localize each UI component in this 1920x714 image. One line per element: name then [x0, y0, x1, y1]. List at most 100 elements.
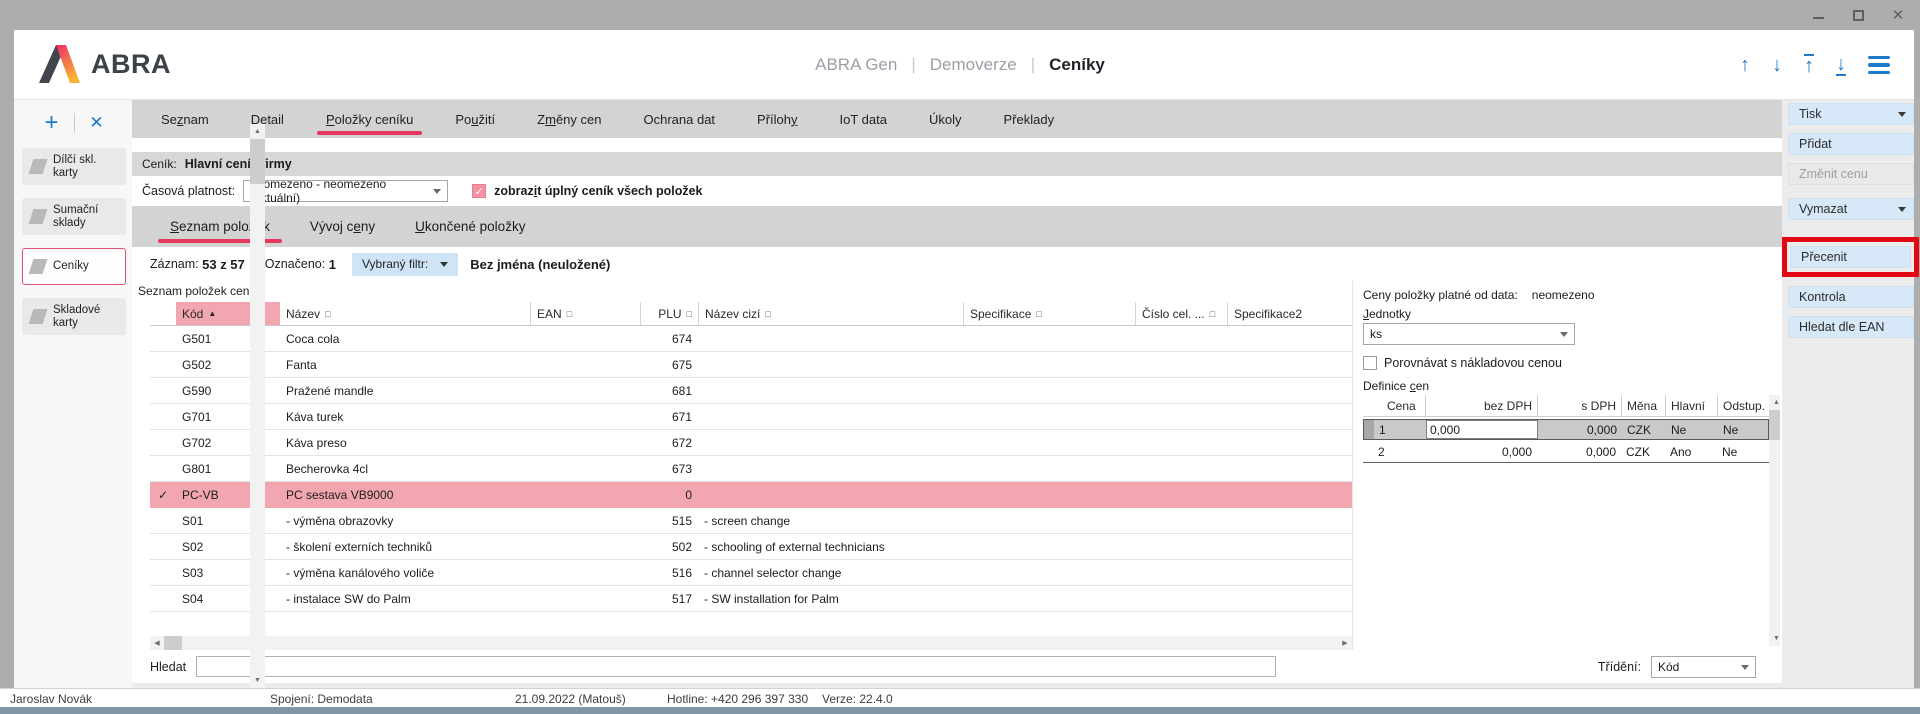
- price-column-m-na[interactable]: Měna: [1621, 395, 1665, 416]
- tab-koly[interactable]: Úkoly: [908, 100, 983, 138]
- scrollbar-thumb[interactable]: [164, 636, 182, 650]
- cell-plu: 517: [640, 592, 698, 606]
- tab-p-lohy[interactable]: Přílohy: [736, 100, 818, 138]
- tab-p-eklady[interactable]: Překlady: [983, 100, 1076, 138]
- sidebar-item-suma-n-sklady[interactable]: Sumačnísklady: [22, 198, 126, 235]
- cell-name: - instalace SW do Palm: [280, 592, 530, 606]
- show-full-pricelist-checkbox[interactable]: [472, 184, 486, 198]
- tab-pou-it[interactable]: Použití: [434, 100, 516, 138]
- table-row-g801[interactable]: G801Becherovka 4cl673: [150, 456, 1352, 482]
- vertical-scrollbar[interactable]: ▲ ▼: [250, 281, 265, 650]
- validity-select[interactable]: neomezeno - neomezeno (aktuální): [243, 180, 448, 202]
- tab-detail[interactable]: Detail: [230, 100, 305, 138]
- action-buttons: TiskPřidatZměnit cenuVymazatPřecenitKont…: [1788, 103, 1914, 346]
- row-marker: [1363, 442, 1373, 462]
- selected-filter-button[interactable]: Vybraný filtr:: [352, 253, 458, 276]
- cell-plu: 672: [640, 436, 698, 450]
- table-row-g501[interactable]: G501Coca cola674: [150, 326, 1352, 352]
- cell-plu: 674: [640, 332, 698, 346]
- table-row-s01[interactable]: S01- výměna obrazovky515- screen change: [150, 508, 1352, 534]
- kontrola-button[interactable]: Kontrola: [1788, 286, 1914, 308]
- table-row-pc-vb[interactable]: ✓PC-VBPC sestava VB90000: [150, 482, 1352, 508]
- search-input[interactable]: [196, 656, 1276, 677]
- menu-icon[interactable]: [1868, 56, 1890, 75]
- price-row-1[interactable]: 10,0000,000CZKNeNe: [1363, 419, 1769, 440]
- price-row-2[interactable]: 20,0000,000CZKAnoNe: [1363, 442, 1769, 463]
- scroll-right-icon[interactable]: ▶: [1338, 636, 1352, 650]
- table-row-g502[interactable]: G502Fanta675: [150, 352, 1352, 378]
- subtab-seznam-polo-ek[interactable]: Seznam položek: [150, 206, 290, 247]
- scroll-down-icon[interactable]: ▼: [1769, 631, 1780, 646]
- close-icon[interactable]: ✕: [1890, 7, 1906, 23]
- sidebar-item-skladov-karty[interactable]: Skladovékarty: [22, 298, 126, 335]
- column-header-n-zev[interactable]: Název□: [280, 302, 530, 325]
- price-table-header: Cenabez DPHs DPHMěnaHlavníOdstup.: [1363, 395, 1769, 417]
- price-column-s-dph[interactable]: s DPH: [1537, 395, 1621, 416]
- app-header: ABRA ABRA Gen | Demoverze | Ceníky ↑↓↑↓: [0, 30, 1920, 100]
- cell-price-net[interactable]: 0,000: [1426, 420, 1538, 439]
- window-bottom-edge: [0, 707, 1920, 714]
- sidebar-item-d-l-skl-karty[interactable]: Dílčí skl.karty: [22, 148, 126, 185]
- table-row-s02[interactable]: S02- školení externích techniků502- scho…: [150, 534, 1352, 560]
- scroll-last-icon[interactable]: ↓: [1836, 54, 1846, 76]
- status-version: Verze: 22.4.0: [822, 692, 893, 706]
- table-area: Seznam položek ceníku Kód▲Název□EAN□PLU□…: [132, 281, 1782, 650]
- tisk-button[interactable]: Tisk: [1788, 103, 1914, 125]
- subtab-ukon-en-polo-ky[interactable]: Ukončené položky: [395, 206, 545, 247]
- tab-seznam[interactable]: Seznam: [140, 100, 230, 138]
- p-ecenit-button[interactable]: Přecenit: [1790, 246, 1911, 268]
- column-header-ean[interactable]: EAN□: [530, 302, 640, 325]
- cell-plu: 516: [640, 566, 698, 580]
- tab-zm-ny-cen[interactable]: Změny cen: [516, 100, 622, 138]
- column-header-specifikace[interactable]: Specifikace□: [963, 302, 1135, 325]
- scroll-first-icon[interactable]: ↑: [1804, 54, 1814, 76]
- scrollbar-thumb[interactable]: [1769, 410, 1780, 440]
- column-filter-icon[interactable]: □: [325, 309, 330, 319]
- grid-caption: Seznam položek ceníku: [138, 284, 1352, 298]
- table-row-g702[interactable]: G702Káva preso672: [150, 430, 1352, 456]
- add-agenda-icon[interactable]: +: [30, 111, 74, 135]
- tab-ochrana-dat[interactable]: Ochrana dat: [623, 100, 737, 138]
- price-vertical-scrollbar[interactable]: ▲ ▼: [1769, 395, 1780, 646]
- tab-polo-ky-cen-ku[interactable]: Položky ceníku: [305, 100, 434, 138]
- items-grid: Seznam položek ceníku Kód▲Název□EAN□PLU□…: [132, 281, 1352, 650]
- column-header-slo-cel[interactable]: Číslo cel. ...□: [1135, 302, 1227, 325]
- scroll-up-icon[interactable]: ↑: [1740, 55, 1750, 75]
- sidebar-item-cen-ky[interactable]: Ceníky: [22, 248, 126, 285]
- column-filter-icon[interactable]: □: [765, 309, 770, 319]
- horizontal-scrollbar[interactable]: ◀ ▶: [150, 636, 1352, 650]
- maximize-icon[interactable]: [1850, 7, 1866, 23]
- hledat-dle-ean-button[interactable]: Hledat dle EAN: [1788, 316, 1914, 338]
- scroll-up-icon[interactable]: ▲: [1769, 395, 1780, 410]
- column-header-plu[interactable]: PLU□: [640, 302, 698, 325]
- table-row-g701[interactable]: G701Káva turek671: [150, 404, 1352, 430]
- column-filter-icon[interactable]: □: [687, 309, 692, 319]
- column-header-n-zev-ciz[interactable]: Název cizí□: [698, 302, 963, 325]
- close-agenda-icon[interactable]: ✕: [75, 113, 119, 133]
- tab-iot-data[interactable]: IoT data: [819, 100, 908, 138]
- column-filter-icon[interactable]: □: [1036, 309, 1041, 319]
- price-panel: Ceny položky platné od data: neomezeno J…: [1352, 281, 1782, 650]
- table-row-g590[interactable]: G590Pražené mandle681: [150, 378, 1352, 404]
- table-row-s04[interactable]: S04- instalace SW do Palm517- SW install…: [150, 586, 1352, 612]
- column-header-specifikace2[interactable]: Specifikace2: [1227, 302, 1352, 325]
- prices-valid-value: neomezeno: [1532, 288, 1595, 302]
- column-filter-icon[interactable]: □: [1210, 309, 1215, 319]
- price-column-bez-dph[interactable]: bez DPH: [1425, 395, 1537, 416]
- scroll-left-icon[interactable]: ◀: [150, 636, 164, 650]
- column-filter-icon[interactable]: □: [567, 309, 572, 319]
- sort-select[interactable]: Kód: [1651, 656, 1756, 678]
- p-idat-button[interactable]: Přidat: [1788, 133, 1914, 155]
- compare-cost-checkbox[interactable]: [1363, 356, 1377, 370]
- table-row-s03[interactable]: S03- výměna kanálového voliče516- channe…: [150, 560, 1352, 586]
- cell-price-net[interactable]: 0,000: [1425, 445, 1537, 459]
- price-column-odstup[interactable]: Odstup.: [1717, 395, 1767, 416]
- price-column-cena[interactable]: Cena: [1373, 399, 1425, 413]
- scroll-down-icon[interactable]: ↓: [1772, 55, 1782, 75]
- units-select[interactable]: ks: [1363, 323, 1575, 345]
- vymazat-button[interactable]: Vymazat: [1788, 198, 1914, 220]
- price-column-hlavn[interactable]: Hlavní: [1665, 395, 1717, 416]
- minimize-icon[interactable]: [1810, 7, 1826, 23]
- cell-foreign-name: - SW installation for Palm: [698, 592, 963, 606]
- subtab-v-voj-ceny[interactable]: Vývoj ceny: [290, 206, 395, 247]
